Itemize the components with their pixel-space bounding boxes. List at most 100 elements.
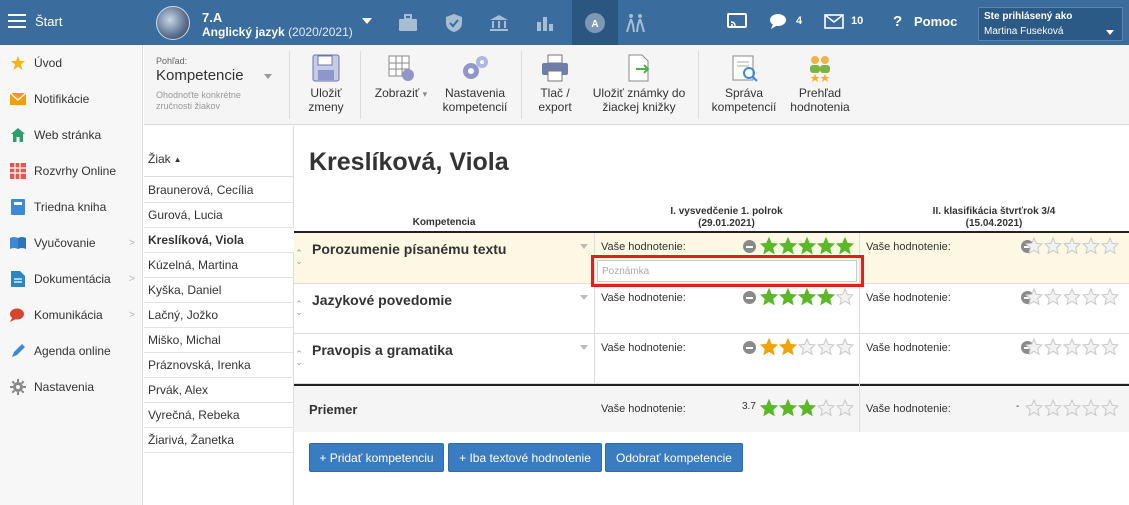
star-filled-icon[interactable] xyxy=(798,399,816,417)
star-empty-icon[interactable] xyxy=(1025,288,1043,306)
chevron-down-icon[interactable] xyxy=(580,244,588,249)
save-grades-button[interactable]: Uložiť známky do žiackej knižky xyxy=(588,53,690,114)
star-empty-icon[interactable] xyxy=(817,399,835,417)
manage-competences-button[interactable]: Správa kompetencií xyxy=(707,53,781,114)
sidebar-item-web-stranka[interactable]: Web stránka xyxy=(0,117,143,153)
add-competence-button[interactable]: + Pridať kompetenciu xyxy=(309,443,444,472)
star-empty-icon[interactable] xyxy=(798,338,816,356)
hamburger-menu-icon[interactable] xyxy=(8,14,26,28)
student-list-item[interactable]: Prvák, Alex xyxy=(144,378,294,403)
star-filled-icon[interactable] xyxy=(779,399,797,417)
sidebar-item-vyucovanie[interactable]: Vyučovanie > xyxy=(0,225,143,261)
star-empty-icon[interactable] xyxy=(1082,288,1100,306)
star-empty-icon[interactable] xyxy=(836,288,854,306)
remove-competences-button[interactable]: Odobrať kompetencie xyxy=(605,443,743,472)
print-export-button[interactable]: Tlač / export xyxy=(532,53,578,114)
star-filled-icon[interactable] xyxy=(760,338,778,356)
rating-overview-button[interactable]: Prehľad hodnotenia xyxy=(785,53,855,114)
star-filled-icon[interactable] xyxy=(760,399,778,417)
student-list-item[interactable]: Kreslíková, Viola xyxy=(144,228,294,253)
class-name[interactable]: 7.A xyxy=(202,10,222,25)
student-list-item[interactable]: Žiarivá, Žanetka xyxy=(144,428,294,453)
star-empty-icon[interactable] xyxy=(1063,237,1081,255)
p2-star-rating[interactable] xyxy=(1025,338,1119,356)
chevron-down-icon[interactable] xyxy=(580,295,588,300)
sidebar-item-komunikacia[interactable]: Komunikácia > xyxy=(0,297,143,333)
bank-icon[interactable] xyxy=(481,0,517,45)
p2-star-rating[interactable] xyxy=(1025,237,1119,255)
envelope-icon[interactable] xyxy=(824,14,844,32)
star-filled-icon[interactable] xyxy=(760,237,778,255)
star-filled-icon[interactable] xyxy=(798,288,816,306)
p1-star-rating[interactable] xyxy=(760,288,854,306)
sidebar-item-notifikacie[interactable]: Notifikácie xyxy=(0,81,143,117)
sidebar-item-nastavenia[interactable]: Nastavenia xyxy=(0,369,143,405)
star-filled-icon[interactable] xyxy=(798,237,816,255)
minus-circle-icon[interactable] xyxy=(743,291,756,304)
student-column-header[interactable]: Žiak ▲ xyxy=(144,142,294,177)
subject-selector[interactable]: Anglický jazyk (2020/2021) xyxy=(202,25,353,39)
student-list-item[interactable]: Braunerová, Cecília xyxy=(144,178,294,203)
star-empty-icon[interactable] xyxy=(1044,237,1062,255)
star-empty-icon[interactable] xyxy=(1044,399,1062,417)
star-empty-icon[interactable] xyxy=(1063,288,1081,306)
star-empty-icon[interactable] xyxy=(1044,288,1062,306)
student-list-item[interactable]: Práznovská, Irenka xyxy=(144,353,294,378)
view-selector[interactable]: Kompetencie xyxy=(156,67,244,84)
sidebar-item-agenda[interactable]: Agenda online xyxy=(0,333,143,369)
star-empty-icon[interactable] xyxy=(1101,237,1119,255)
reorder-handle-icon[interactable]: ⌃ ⌄ xyxy=(294,249,304,266)
star-empty-icon[interactable] xyxy=(817,338,835,356)
reorder-handle-icon[interactable]: ⌃ ⌄ xyxy=(294,350,304,367)
student-list-item[interactable]: Vyrečná, Rebeka xyxy=(144,403,294,428)
star-empty-icon[interactable] xyxy=(1082,237,1100,255)
help-link[interactable]: Pomoc xyxy=(914,14,957,29)
bar-chart-icon[interactable] xyxy=(527,0,563,45)
star-filled-icon[interactable] xyxy=(836,237,854,255)
star-empty-icon[interactable] xyxy=(836,399,854,417)
star-empty-icon[interactable] xyxy=(1025,237,1043,255)
star-empty-icon[interactable] xyxy=(1101,288,1119,306)
star-filled-icon[interactable] xyxy=(817,237,835,255)
star-filled-icon[interactable] xyxy=(817,288,835,306)
minus-circle-icon[interactable] xyxy=(743,341,756,354)
sidebar-item-rozvrhy[interactable]: Rozvrhy Online xyxy=(0,153,143,189)
competence-settings-button[interactable]: Nastavenia kompetencií xyxy=(440,53,510,114)
text-only-button[interactable]: + Iba textové hodnotenie xyxy=(448,443,602,472)
class-dropdown-icon[interactable] xyxy=(362,18,372,24)
chat-bubbles-icon[interactable] xyxy=(769,12,791,33)
star-empty-icon[interactable] xyxy=(1082,399,1100,417)
chevron-down-icon[interactable] xyxy=(264,74,272,79)
save-changes-button[interactable]: Uložiť zmeny xyxy=(304,53,348,114)
star-filled-icon[interactable] xyxy=(779,338,797,356)
student-list-item[interactable]: Lačný, Jožko xyxy=(144,303,294,328)
student-list-item[interactable]: Gurová, Lucia xyxy=(144,203,294,228)
star-empty-icon[interactable] xyxy=(1101,399,1119,417)
p1-star-rating[interactable] xyxy=(760,338,854,356)
start-link[interactable]: Štart xyxy=(35,14,62,29)
star-filled-icon[interactable] xyxy=(760,288,778,306)
student-list-item[interactable]: Kyška, Daniel xyxy=(144,278,294,303)
reorder-handle-icon[interactable]: ⌃ ⌄ xyxy=(294,300,304,317)
chevron-down-icon[interactable] xyxy=(580,345,588,350)
p1-star-rating[interactable] xyxy=(760,237,854,255)
star-empty-icon[interactable] xyxy=(1101,338,1119,356)
walking-people-icon[interactable] xyxy=(618,0,654,45)
sidebar-item-uvod[interactable]: Úvod xyxy=(0,45,143,81)
star-empty-icon[interactable] xyxy=(1025,338,1043,356)
star-empty-icon[interactable] xyxy=(1063,338,1081,356)
star-filled-icon[interactable] xyxy=(779,237,797,255)
student-list-item[interactable]: Miško, Michal xyxy=(144,328,294,353)
shield-check-icon[interactable] xyxy=(436,0,472,45)
briefcase-icon[interactable] xyxy=(390,0,426,45)
star-empty-icon[interactable] xyxy=(1044,338,1062,356)
p2-star-rating[interactable] xyxy=(1025,288,1119,306)
student-list-item[interactable]: Kúzelná, Martina xyxy=(144,253,294,278)
minus-circle-icon[interactable] xyxy=(743,240,756,253)
show-dropdown-button[interactable]: Zobraziť ▾ xyxy=(370,53,432,101)
star-empty-icon[interactable] xyxy=(1025,399,1043,417)
sidebar-item-triedna-kniha[interactable]: Triedna kniha xyxy=(0,189,143,225)
star-empty-icon[interactable] xyxy=(836,338,854,356)
grade-icon[interactable]: A xyxy=(572,0,618,45)
star-empty-icon[interactable] xyxy=(1063,399,1081,417)
